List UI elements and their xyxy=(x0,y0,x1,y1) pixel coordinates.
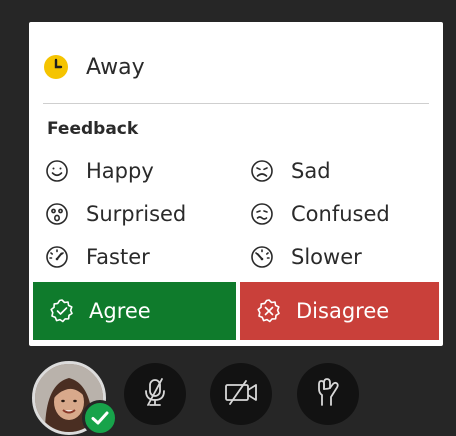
agree-button[interactable]: Agree xyxy=(33,282,236,340)
feedback-confused-label: Confused xyxy=(291,202,390,226)
feedback-heading: Feedback xyxy=(47,119,139,139)
feedback-happy-label: Happy xyxy=(86,159,154,183)
smile-icon xyxy=(45,159,69,183)
agree-label: Agree xyxy=(89,299,151,323)
feedback-slower[interactable]: Slower xyxy=(250,240,362,274)
feedback-happy[interactable]: Happy xyxy=(45,154,154,188)
feedback-surprised[interactable]: Surprised xyxy=(45,197,186,231)
check-badge-icon xyxy=(49,298,75,324)
share-content-button[interactable] xyxy=(297,363,359,425)
feedback-confused[interactable]: Confused xyxy=(250,197,390,231)
confused-icon xyxy=(250,202,274,226)
collaborate-session: Away Feedback Happy Sad Surprised Confus… xyxy=(0,0,456,436)
menu-divider xyxy=(43,103,429,104)
away-option[interactable]: Away xyxy=(43,52,145,82)
feedback-slower-label: Slower xyxy=(291,245,362,269)
available-status-badge xyxy=(82,400,118,436)
share-content-icon xyxy=(311,375,345,413)
clock-icon xyxy=(43,54,69,80)
away-label: Away xyxy=(86,54,145,80)
camera-off-icon xyxy=(222,375,260,413)
session-controls xyxy=(0,355,456,436)
disagree-label: Disagree xyxy=(296,299,390,323)
feedback-faster-label: Faster xyxy=(86,245,150,269)
status-feedback-menu: Away Feedback Happy Sad Surprised Confus… xyxy=(29,22,443,346)
feedback-faster[interactable]: Faster xyxy=(45,240,150,274)
disagree-button[interactable]: Disagree xyxy=(240,282,439,340)
x-badge-icon xyxy=(256,298,282,324)
mic-off-icon xyxy=(138,375,172,413)
feedback-sad-label: Sad xyxy=(291,159,331,183)
speed-fast-icon xyxy=(45,245,69,269)
frown-icon xyxy=(250,159,274,183)
my-status-avatar[interactable] xyxy=(32,361,118,436)
surprised-icon xyxy=(45,202,69,226)
speed-slow-icon xyxy=(250,245,274,269)
microphone-off-button[interactable] xyxy=(124,363,186,425)
feedback-surprised-label: Surprised xyxy=(86,202,187,226)
feedback-sad[interactable]: Sad xyxy=(250,154,331,188)
camera-off-button[interactable] xyxy=(210,363,272,425)
